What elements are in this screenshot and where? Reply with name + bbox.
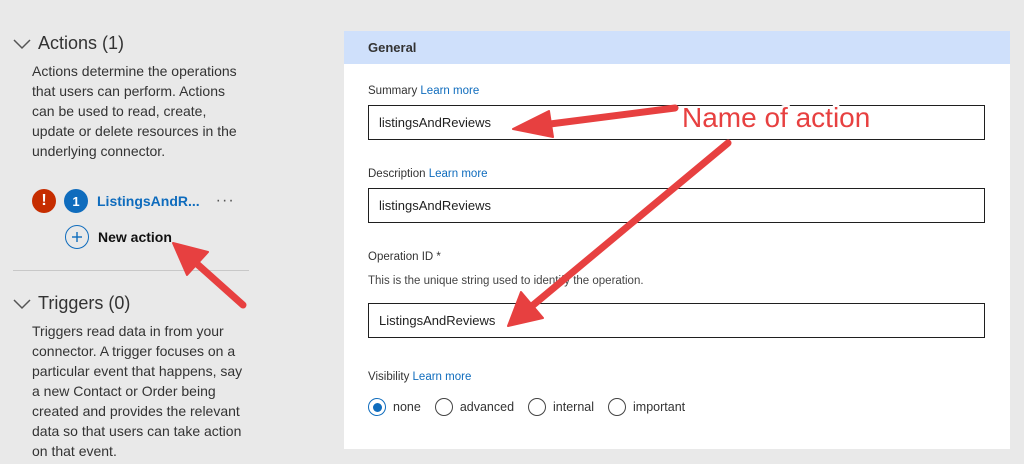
arrow-to-new-action [192,259,247,309]
annotation-label: Name of action [682,102,871,133]
arrowhead-icon [512,110,554,138]
annotation-arrows [172,104,732,327]
arrow-to-operation-id [528,139,732,310]
arrow-to-summary [546,104,679,128]
